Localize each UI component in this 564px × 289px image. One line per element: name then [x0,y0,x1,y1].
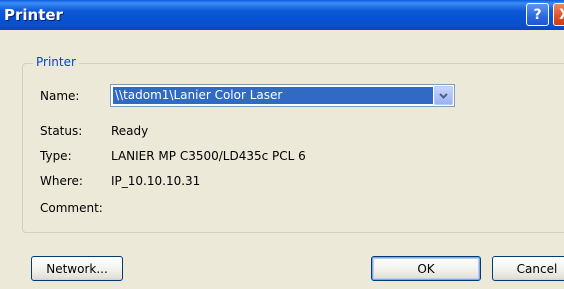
help-icon: ? [533,6,542,23]
ok-button[interactable]: OK [371,256,481,281]
network-button-label: Network... [46,261,108,276]
network-button[interactable]: Network... [31,256,123,281]
name-label: Name: [40,89,80,103]
type-label: Type: [40,149,72,163]
dropdown-button[interactable] [434,86,453,105]
chevron-down-icon [439,92,448,99]
window-title: Printer [4,6,63,24]
status-label: Status: [40,124,83,138]
close-icon: X [559,7,564,23]
cancel-button-label: Cancel [516,261,558,276]
printer-name-value: \\tadom1\Lanier Color Laser [113,87,433,104]
type-value: LANIER MP C3500/LD435c PCL 6 [111,149,306,163]
ok-button-label: OK [417,261,435,276]
where-label: Where: [40,174,83,188]
help-button[interactable]: ? [526,3,549,26]
where-value: IP_10.10.10.31 [111,174,201,188]
printer-name-select[interactable]: \\tadom1\Lanier Color Laser [110,84,455,107]
cancel-button[interactable]: Cancel [492,256,564,281]
title-bar[interactable]: Printer ? X [0,0,564,30]
comment-label: Comment: [40,201,103,215]
status-value: Ready [111,124,149,138]
printer-group-legend: Printer [33,55,79,69]
close-button[interactable]: X [553,3,564,26]
